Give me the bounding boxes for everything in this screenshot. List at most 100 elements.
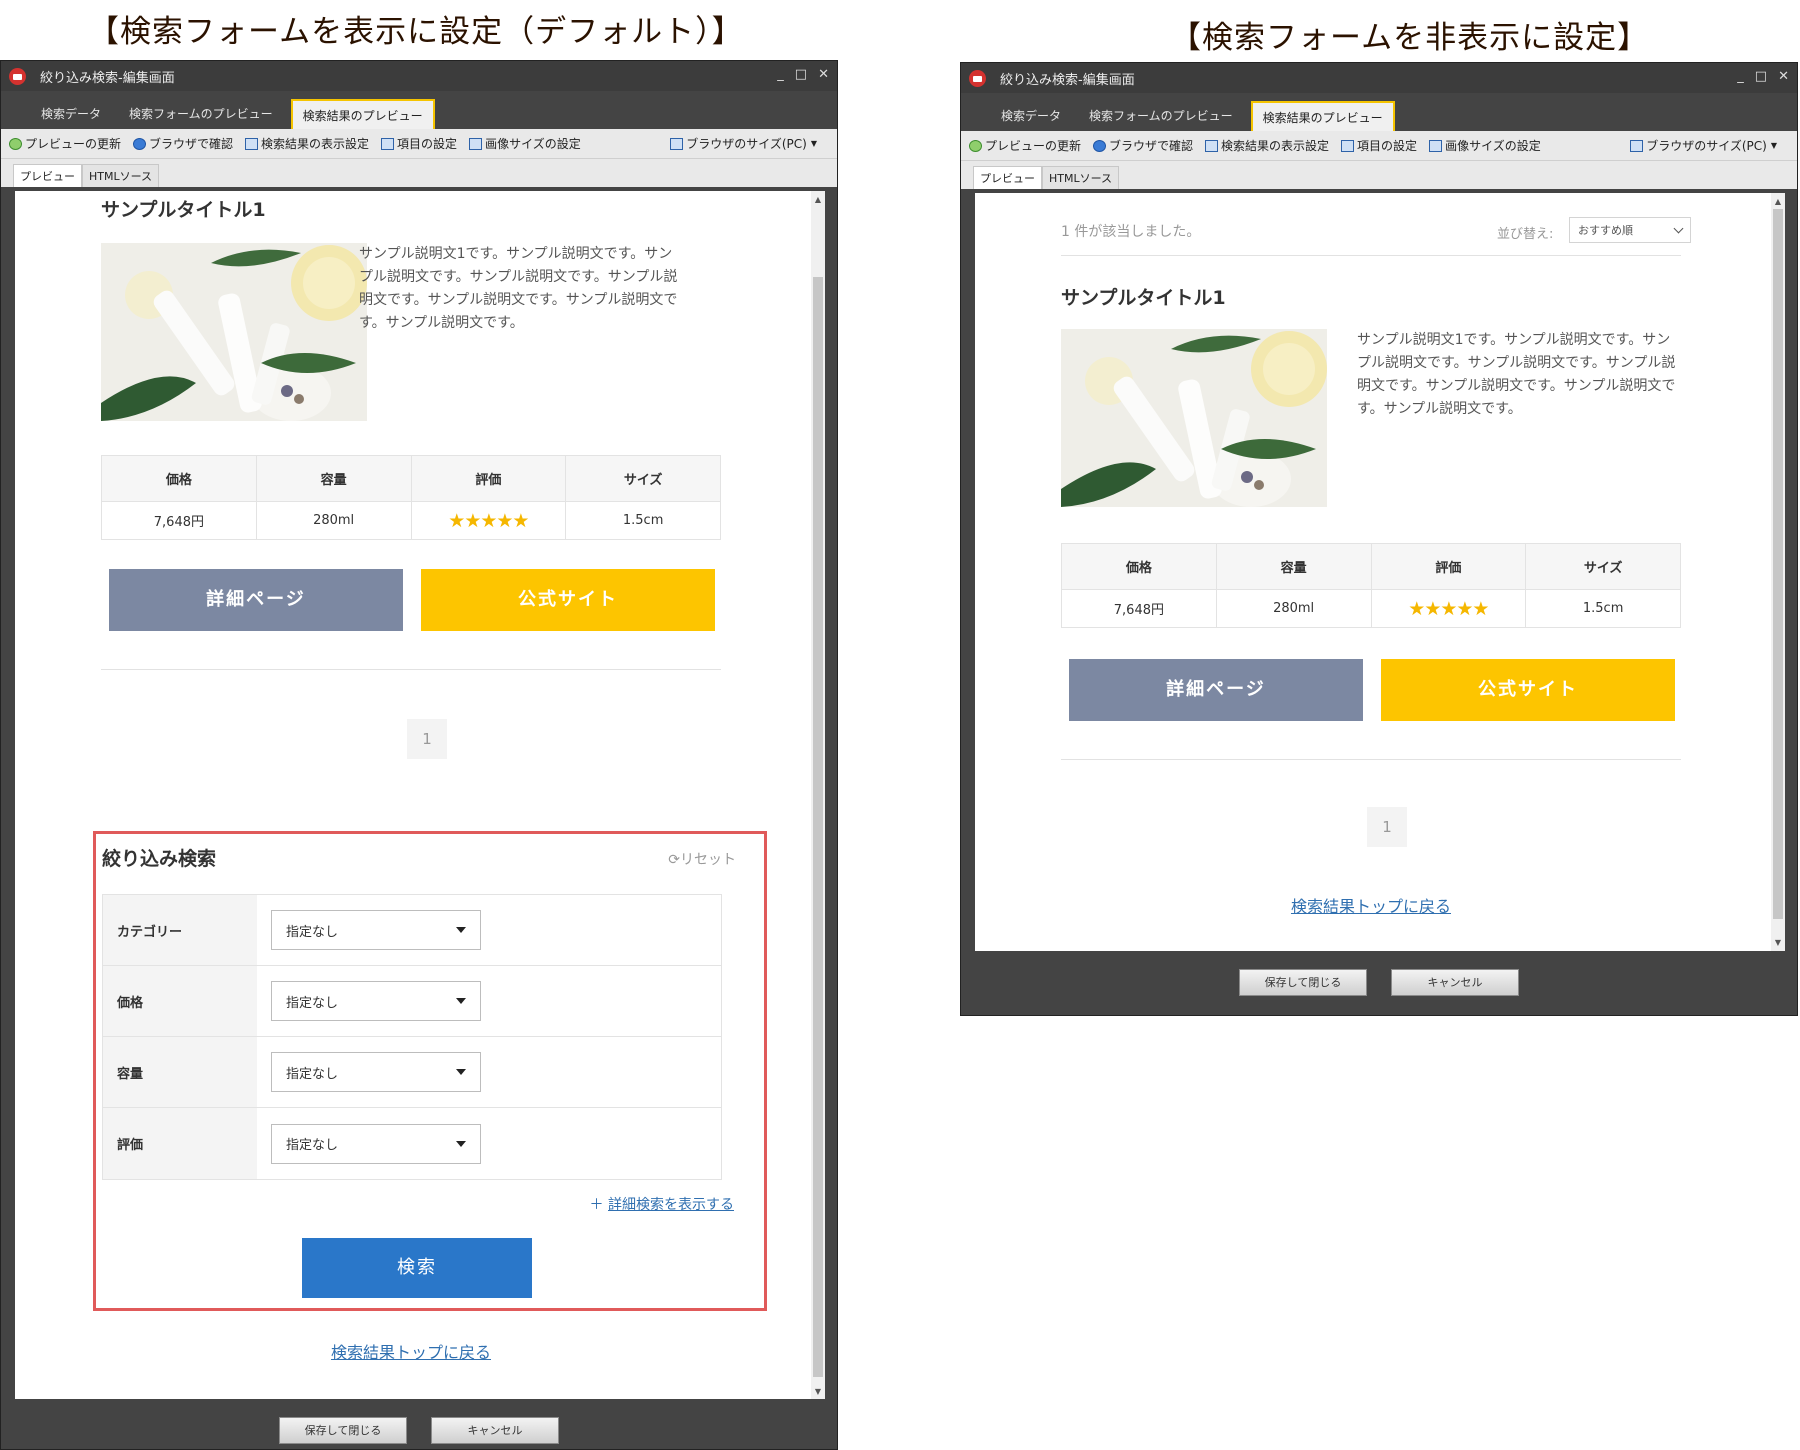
info-icon — [133, 137, 147, 150]
right-heading: 【検索フォームを非表示に設定】 — [1170, 20, 1650, 56]
dropdown-arrow-icon: ▼ — [1770, 141, 1777, 150]
preview-pane[interactable]: サンプルタイトル1 サンプル説明文1です。サンプル説明文です。サンプル説明文です… — [15, 191, 825, 1400]
price-select[interactable]: 指定なし — [271, 981, 481, 1021]
toolbar: プレビューの更新 ブラウザで確認 検索結果の表示設定 項目の設定 画像サイズの設… — [961, 131, 1797, 161]
result-display-label: 検索結果の表示設定 — [1221, 139, 1330, 153]
page-1-button[interactable]: 1 — [1367, 807, 1407, 847]
minimize-icon[interactable]: _ — [777, 67, 784, 82]
tab-search-data[interactable]: 検索データ — [31, 99, 111, 129]
toolbar: プレビューの更新 ブラウザで確認 検索結果の表示設定 項目の設定 画像サイズの設… — [1, 129, 837, 159]
maximize-icon[interactable]: □ — [1755, 69, 1767, 84]
divider — [101, 669, 721, 670]
browser-size-dropdown[interactable]: ブラウザのサイズ(PC) ▼ — [1630, 137, 1777, 154]
official-site-button[interactable]: 公式サイト — [421, 569, 715, 631]
scrollbar[interactable]: ▲ ▼ — [811, 191, 825, 1400]
category-select[interactable]: 指定なし — [271, 910, 481, 950]
search-form-highlight: 絞り込み検索 ⟳リセット カテゴリー 指定なし 価格 指定なし 容量 指定なし … — [93, 831, 767, 1311]
browser-check-button[interactable]: ブラウザで確認 — [133, 135, 233, 152]
subtab-preview[interactable]: プレビュー — [13, 164, 82, 187]
caret-down-icon — [456, 1140, 466, 1147]
browser-size-dropdown[interactable]: ブラウザのサイズ(PC) ▼ — [670, 135, 817, 152]
subtab-preview[interactable]: プレビュー — [973, 166, 1042, 189]
item-description: サンプル説明文1です。サンプル説明文です。サンプル説明文です。サンプル説明文です… — [359, 246, 678, 331]
browser-check-button[interactable]: ブラウザで確認 — [1093, 137, 1193, 154]
left-heading: 【検索フォームを表示に設定（デフォルト）】 — [88, 14, 744, 50]
result-display-label: 検索結果の表示設定 — [261, 137, 370, 151]
sort-select[interactable]: おすすめ順 — [1569, 217, 1691, 243]
app-icon — [9, 67, 26, 85]
view-subtabs: プレビュー HTMLソース — [1, 159, 837, 187]
minimize-icon[interactable]: _ — [1737, 69, 1744, 84]
maximize-icon[interactable]: □ — [795, 67, 807, 82]
rating-stars: ★★★★★ — [1370, 589, 1527, 628]
window-title: 絞り込み検索-編集画面 — [40, 70, 175, 86]
select-value: 指定なし — [286, 1138, 339, 1153]
caret-down-icon — [456, 927, 466, 933]
rating-stars: ★★★★★ — [410, 501, 567, 540]
search-button[interactable]: 検索 — [302, 1238, 532, 1298]
subtab-html-source[interactable]: HTMLソース — [82, 164, 160, 187]
advanced-search-link[interactable]: ＋ 詳細検索を表示する — [590, 1194, 734, 1214]
spec-size: 1.5cm — [565, 501, 721, 540]
official-site-button[interactable]: 公式サイト — [1381, 659, 1675, 721]
save-close-button[interactable]: 保存して閉じる — [1239, 969, 1367, 996]
page-1-button[interactable]: 1 — [407, 719, 447, 759]
tab-search-data[interactable]: 検索データ — [991, 101, 1071, 131]
back-to-top-link[interactable]: 検索結果トップに戻る — [101, 1339, 721, 1363]
reset-button[interactable]: ⟳リセット — [668, 849, 736, 869]
result-count: 1 件が該当しました。 — [1061, 224, 1201, 240]
filter-row-volume: 容量 指定なし — [103, 1037, 721, 1108]
detail-page-button[interactable]: 詳細ページ — [109, 569, 403, 631]
refresh-preview-button[interactable]: プレビューの更新 — [9, 135, 121, 152]
result-display-button[interactable]: 検索結果の表示設定 — [245, 135, 369, 152]
browser-check-label: ブラウザで確認 — [149, 137, 234, 151]
app-icon — [969, 69, 986, 87]
sort-label: 並び替え: — [1497, 227, 1554, 242]
item-settings-label: 項目の設定 — [397, 137, 458, 151]
filter-row-price: 価格 指定なし — [103, 966, 721, 1037]
preview-pane[interactable]: 1 件が該当しました。 並び替え: おすすめ順 サンプルタイトル1 サンプル説明… — [975, 193, 1785, 951]
scroll-down-icon[interactable]: ▼ — [1771, 938, 1785, 947]
monitor-icon — [670, 137, 684, 150]
result-display-button[interactable]: 検索結果の表示設定 — [1205, 137, 1329, 154]
subtab-html-source[interactable]: HTMLソース — [1042, 166, 1120, 189]
image-size-button[interactable]: 画像サイズの設定 — [469, 135, 581, 152]
filter-label: 価格 — [103, 966, 257, 1036]
cosmetics-photo — [101, 243, 367, 421]
scrollbar[interactable]: ▲ ▼ — [1771, 193, 1785, 951]
scroll-thumb[interactable] — [1773, 209, 1783, 919]
item-settings-label: 項目の設定 — [1357, 139, 1418, 153]
close-icon[interactable]: ✕ — [1778, 69, 1789, 84]
window-title: 絞り込み検索-編集画面 — [1000, 72, 1135, 88]
cancel-button[interactable]: キャンセル — [431, 1417, 559, 1444]
refresh-preview-button[interactable]: プレビューの更新 — [969, 137, 1081, 154]
tab-form-preview[interactable]: 検索フォームのプレビュー — [1079, 101, 1243, 131]
sort-value: おすすめ順 — [1578, 224, 1633, 237]
filter-label: 評価 — [103, 1108, 257, 1179]
tab-result-preview[interactable]: 検索結果のプレビュー — [290, 99, 435, 129]
spec-table: 価格 容量 評価 サイズ 7,648円 280ml ★★★★★ 1.5cm — [1061, 543, 1681, 628]
volume-select[interactable]: 指定なし — [271, 1052, 481, 1092]
rating-select[interactable]: 指定なし — [271, 1123, 481, 1164]
browser-check-label: ブラウザで確認 — [1109, 139, 1194, 153]
scroll-up-icon[interactable]: ▲ — [811, 195, 825, 204]
scroll-thumb[interactable] — [813, 277, 823, 1377]
footer-bar: 保存して閉じる キャンセル — [961, 951, 1797, 1015]
scroll-down-icon[interactable]: ▼ — [811, 1387, 825, 1396]
close-icon[interactable]: ✕ — [818, 67, 829, 82]
save-close-button[interactable]: 保存して閉じる — [279, 1417, 407, 1444]
detail-page-button[interactable]: 詳細ページ — [1069, 659, 1363, 721]
tab-result-preview[interactable]: 検索結果のプレビュー — [1250, 101, 1395, 131]
image-icon — [1429, 139, 1443, 152]
filter-label: カテゴリー — [103, 895, 257, 965]
spec-size: 1.5cm — [1525, 589, 1681, 628]
spec-header-size: サイズ — [565, 455, 721, 502]
scroll-up-icon[interactable]: ▲ — [1771, 197, 1785, 206]
image-size-label: 画像サイズの設定 — [485, 137, 581, 151]
image-size-button[interactable]: 画像サイズの設定 — [1429, 137, 1541, 154]
item-settings-button[interactable]: 項目の設定 — [1341, 137, 1417, 154]
item-settings-button[interactable]: 項目の設定 — [381, 135, 457, 152]
cancel-button[interactable]: キャンセル — [1391, 969, 1519, 996]
tab-form-preview[interactable]: 検索フォームのプレビュー — [119, 99, 283, 129]
back-to-top-link[interactable]: 検索結果トップに戻る — [1061, 893, 1681, 917]
